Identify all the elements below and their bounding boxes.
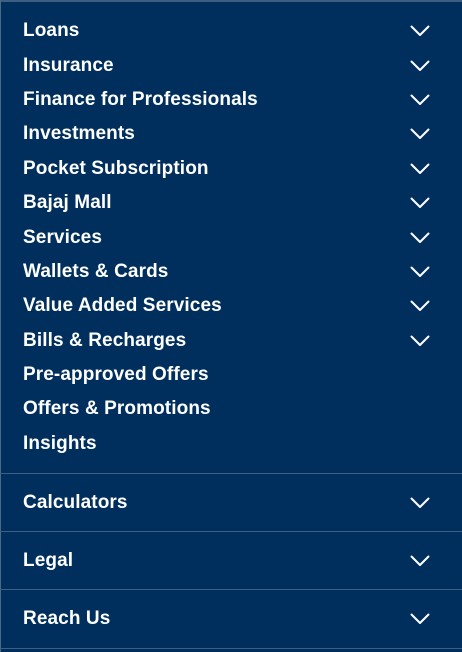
chevron-down-icon[interactable] (410, 163, 430, 175)
menu-item-finance-for-professionals[interactable]: Finance for Professionals (0, 83, 462, 117)
section-reach-us[interactable]: Reach Us (0, 590, 462, 647)
chevron-down-icon[interactable] (410, 335, 430, 347)
top-divider (0, 0, 462, 2)
section-calculators[interactable]: Calculators (0, 474, 462, 531)
section-label: Reach Us (23, 607, 111, 629)
menu-item-label: Offers & Promotions (23, 398, 211, 420)
menu-item-label: Bills & Recharges (23, 329, 187, 351)
chevron-down-icon[interactable] (410, 497, 430, 509)
menu-item-pocket-subscription[interactable]: Pocket Subscription (0, 152, 462, 186)
section-divider (0, 648, 462, 649)
menu-item-insurance[interactable]: Insurance (0, 48, 462, 82)
menu-item-investments[interactable]: Investments (0, 117, 462, 151)
menu-item-label: Insights (23, 432, 97, 454)
chevron-down-icon[interactable] (410, 60, 430, 72)
menu-item-label: Pre-approved Offers (23, 364, 209, 386)
chevron-down-icon[interactable] (410, 300, 430, 312)
menu-item-bajaj-mall[interactable]: Bajaj Mall (0, 186, 462, 220)
chevron-down-icon[interactable] (410, 613, 430, 625)
menu-item-label: Finance for Professionals (23, 88, 258, 110)
chevron-down-icon[interactable] (410, 555, 430, 567)
menu-item-wallets-and-cards[interactable]: Wallets & Cards (0, 255, 462, 289)
section-label: Legal (23, 549, 74, 571)
chevron-down-icon[interactable] (410, 25, 430, 37)
chevron-down-icon[interactable] (410, 232, 430, 244)
menu-item-pre-approved-offers[interactable]: Pre-approved Offers (0, 358, 462, 392)
menu-item-label: Insurance (23, 54, 114, 76)
menu-item-bills-and-recharges[interactable]: Bills & Recharges (0, 324, 462, 358)
menu-item-offers-and-promotions[interactable]: Offers & Promotions (0, 392, 462, 426)
chevron-down-icon[interactable] (410, 197, 430, 209)
menu-item-label: Loans (23, 20, 80, 42)
menu-item-services[interactable]: Services (0, 220, 462, 254)
menu-item-insights[interactable]: Insights (0, 427, 462, 461)
chevron-down-icon[interactable] (410, 266, 430, 278)
section-legal[interactable]: Legal (0, 532, 462, 589)
menu-item-value-added-services[interactable]: Value Added Services (0, 289, 462, 323)
main-menu-list: Loans Insurance Finance for Professional… (0, 14, 462, 461)
footer-menu-panel: Loans Insurance Finance for Professional… (0, 0, 462, 652)
chevron-down-icon[interactable] (410, 94, 430, 106)
menu-item-label: Value Added Services (23, 295, 222, 317)
menu-item-label: Bajaj Mall (23, 192, 112, 214)
section-label: Calculators (23, 491, 128, 513)
chevron-down-icon[interactable] (410, 128, 430, 140)
menu-item-label: Services (23, 226, 102, 248)
menu-item-label: Wallets & Cards (23, 260, 169, 282)
menu-item-label: Pocket Subscription (23, 157, 209, 179)
menu-item-loans[interactable]: Loans (0, 14, 462, 48)
menu-item-label: Investments (23, 123, 135, 145)
